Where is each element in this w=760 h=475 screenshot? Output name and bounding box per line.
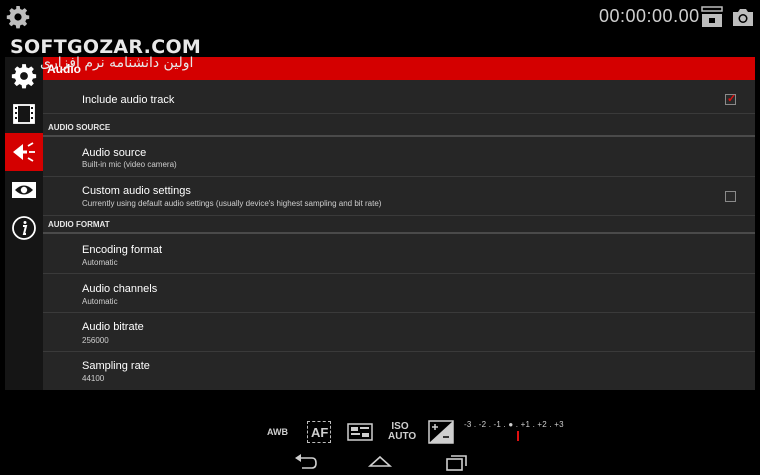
- sampling-rate-label: Sampling rate: [82, 360, 150, 372]
- awb-button[interactable]: AWB: [267, 427, 288, 437]
- iso-button[interactable]: ISO AUTO: [388, 422, 417, 442]
- back-icon[interactable]: [292, 452, 318, 472]
- film-icon: [13, 104, 35, 124]
- section-audio-format: AUDIO FORMAT: [43, 216, 755, 234]
- info-icon: [12, 216, 36, 240]
- audio-channels-label: Audio channels: [82, 283, 158, 295]
- gear-icon: [11, 64, 37, 89]
- audio-channels-value: Automatic: [82, 297, 118, 306]
- audio-source-value: Built-in mic (video camera): [82, 160, 177, 169]
- custom-audio-label: Custom audio settings: [82, 185, 191, 197]
- section-audio-source-label: AUDIO SOURCE: [48, 123, 111, 132]
- custom-audio-row[interactable]: Custom audio settings Currently using de…: [43, 177, 755, 216]
- exposure-scale[interactable]: -3 . -2 . -1 . ● . +1 . +2 . +3: [464, 420, 564, 429]
- sampling-rate-row[interactable]: Sampling rate 44100: [43, 352, 755, 390]
- check-icon: ✓: [727, 93, 737, 105]
- include-audio-checkbox[interactable]: ✓: [725, 93, 737, 105]
- system-navigation-bar: [0, 450, 760, 475]
- nav-item-info[interactable]: [5, 209, 43, 247]
- camera-icon[interactable]: [731, 7, 755, 27]
- gear-icon[interactable]: [6, 5, 30, 29]
- audio-bitrate-label: Audio bitrate: [82, 321, 144, 333]
- custom-audio-value: Currently using default audio settings (…: [82, 199, 382, 208]
- top-bar: 00:00:00.00: [0, 0, 760, 34]
- iso-value: AUTO: [388, 431, 417, 442]
- sampling-rate-value: 44100: [82, 374, 105, 383]
- exposure-marker: [517, 431, 519, 441]
- recent-apps-icon[interactable]: [444, 452, 470, 472]
- camera-controls: AWB AF ISO AUTO -3 . -2 . -1 . ● . +1 . …: [0, 415, 760, 450]
- autofocus-button[interactable]: AF: [307, 421, 331, 443]
- audio-icon: [13, 142, 35, 162]
- encoding-format-value: Automatic: [82, 258, 118, 267]
- audio-settings-panel: Audio Include audio track ✓ AUDIO SOURCE…: [43, 57, 755, 390]
- audio-channels-row[interactable]: Audio channels Automatic: [43, 274, 755, 313]
- side-nav: [5, 57, 43, 390]
- section-audio-format-label: AUDIO FORMAT: [48, 220, 110, 229]
- section-audio-source: AUDIO SOURCE: [43, 119, 755, 137]
- recording-timer: 00:00:00.00: [599, 6, 700, 26]
- watermark-tagline: اولین دانشنامه نرم افزاری: [40, 55, 194, 71]
- audio-bitrate-row[interactable]: Audio bitrate 256000: [43, 313, 755, 352]
- custom-audio-checkbox[interactable]: [725, 191, 736, 202]
- nav-item-settings[interactable]: [5, 57, 43, 95]
- video-photo-toggle-icon[interactable]: [700, 5, 724, 29]
- encoding-format-label: Encoding format: [82, 244, 163, 256]
- include-audio-row[interactable]: Include audio track ✓: [43, 80, 755, 114]
- encoding-format-row[interactable]: Encoding format Automatic: [43, 235, 755, 274]
- home-icon[interactable]: [367, 452, 393, 472]
- include-audio-label: Include audio track: [82, 94, 175, 106]
- audio-source-label: Audio source: [82, 147, 147, 159]
- audio-bitrate-value: 256000: [82, 336, 109, 345]
- eye-icon: [12, 182, 36, 198]
- exposure-compensation-icon[interactable]: [428, 420, 454, 444]
- audio-source-row[interactable]: Audio source Built-in mic (video camera): [43, 138, 755, 177]
- autofocus-label: AF: [311, 425, 329, 440]
- nav-item-video[interactable]: [5, 95, 43, 133]
- nav-item-display[interactable]: [5, 171, 43, 209]
- nav-item-audio[interactable]: [5, 133, 43, 171]
- scene-mode-icon[interactable]: [347, 423, 373, 441]
